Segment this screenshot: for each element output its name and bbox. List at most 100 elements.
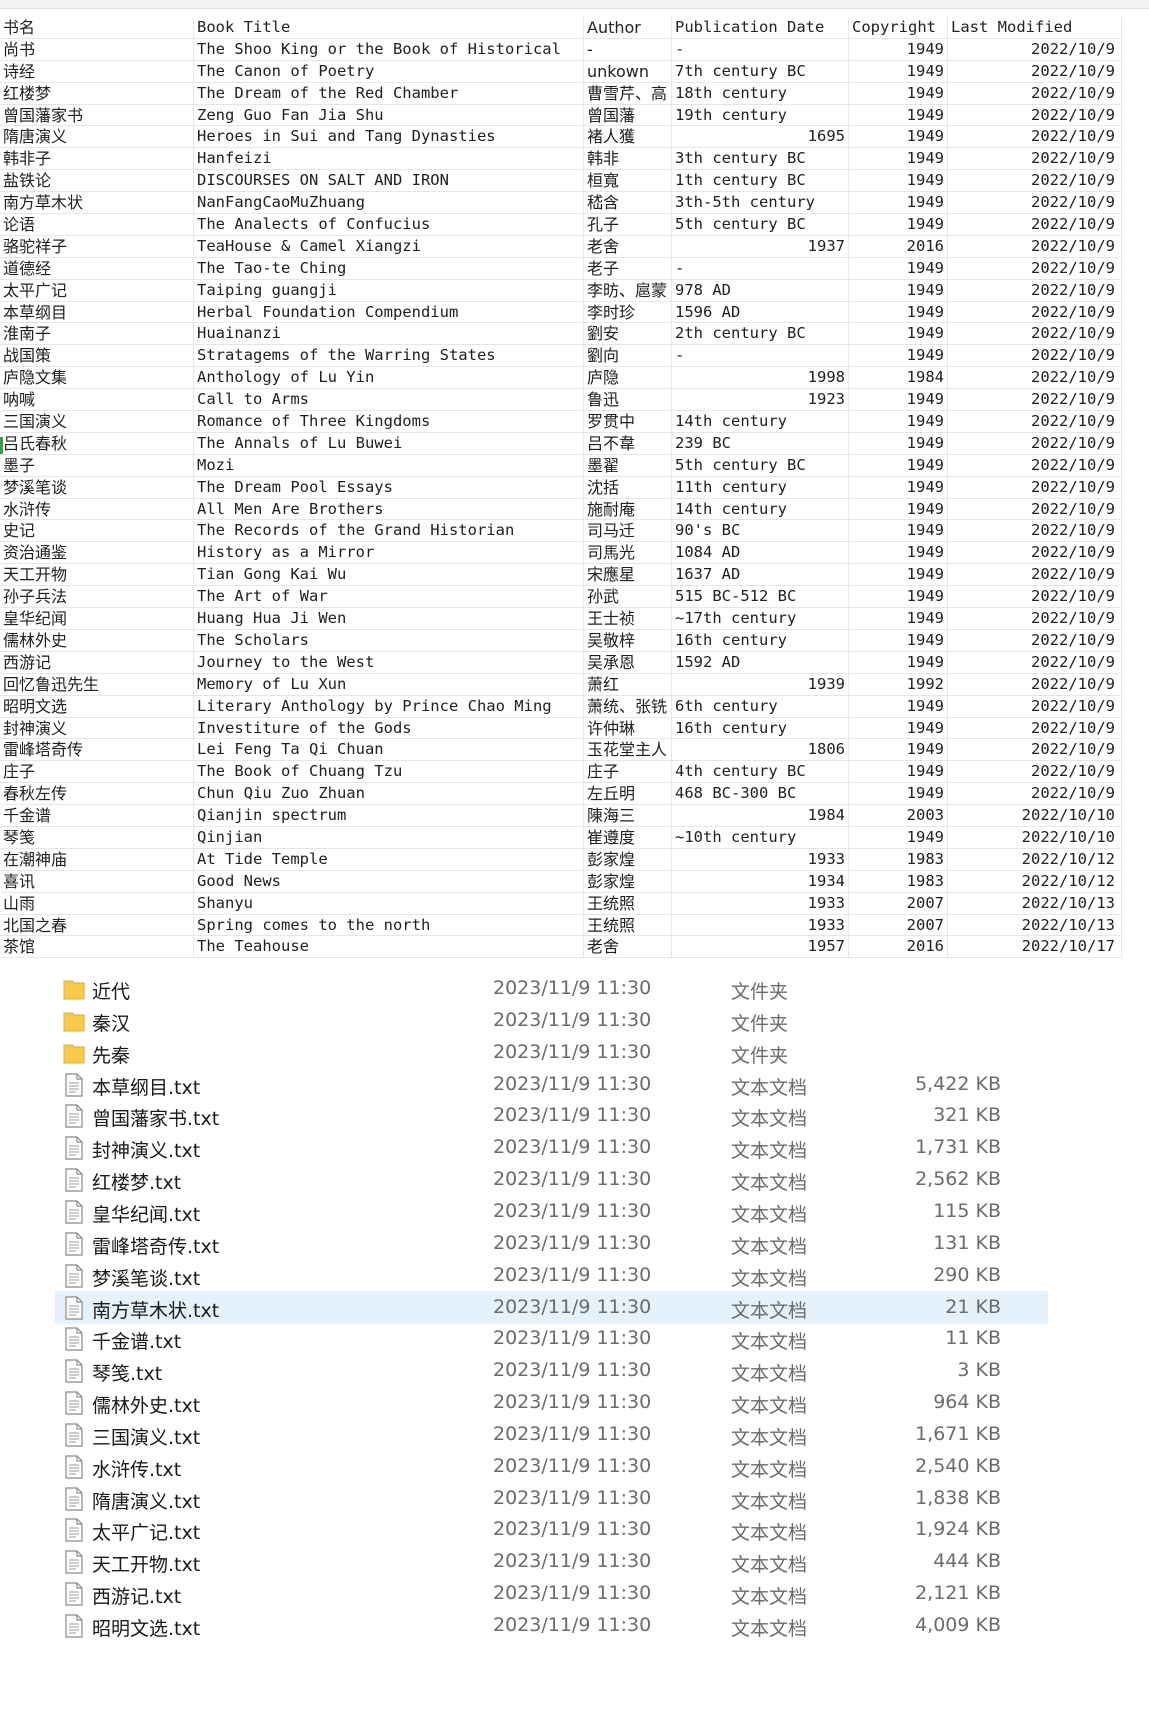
table-cell[interactable]: 2022/10/9 (948, 148, 1122, 171)
table-cell[interactable]: 李时珍 (584, 301, 672, 324)
table-cell[interactable]: 嵇含 (584, 192, 672, 215)
table-cell[interactable]: 劉安 (584, 323, 672, 346)
table-cell[interactable]: The Analects of Confucius (194, 214, 584, 236)
table-cell[interactable]: Good News (194, 870, 584, 893)
table-cell[interactable]: 喜讯 (0, 870, 194, 893)
table-cell[interactable]: 褚人獲 (584, 126, 672, 149)
table-cell[interactable]: 劉向 (584, 345, 672, 368)
table-cell[interactable]: 2022/10/9 (948, 476, 1122, 499)
table-cell[interactable]: 1949 (849, 214, 948, 236)
table-cell[interactable]: 3th century BC (672, 148, 849, 171)
table-cell[interactable]: unkown (584, 60, 672, 83)
table-cell[interactable]: 2022/10/9 (948, 454, 1122, 477)
table-cell[interactable]: 2022/10/9 (948, 629, 1122, 652)
table-cell[interactable]: 2022/10/13 (948, 914, 1122, 937)
file-row[interactable]: 南方草木状.txt 2023/11/9 11:30 文本文档 21 KB (55, 1290, 1048, 1324)
table-cell[interactable]: 1949 (849, 498, 948, 521)
table-cell[interactable]: The Annals of Lu Buwei (194, 432, 584, 455)
table-cell[interactable]: 1933 (672, 892, 849, 915)
table-cell[interactable]: 罗贯中 (584, 411, 672, 433)
table-cell[interactable]: 老舍 (584, 936, 672, 959)
table-cell[interactable]: 1949 (849, 783, 948, 806)
table-cell[interactable]: 2022/10/9 (948, 367, 1122, 390)
table-cell[interactable]: 2022/10/9 (948, 651, 1122, 674)
table-cell[interactable]: The Canon of Poetry (194, 60, 584, 83)
table-cell[interactable]: 2022/10/9 (948, 608, 1122, 630)
table-cell[interactable]: The Records of the Grand Historian (194, 520, 584, 543)
table-cell[interactable]: 1949 (849, 476, 948, 499)
table-cell[interactable]: 诗经 (0, 60, 194, 83)
header-cell[interactable]: Publication Date (672, 17, 849, 39)
table-cell[interactable]: 皇华纪闻 (0, 608, 194, 630)
table-cell[interactable]: 崔遵度 (584, 826, 672, 849)
table-cell[interactable]: 1933 (672, 848, 849, 871)
table-cell[interactable]: 1939 (672, 673, 849, 696)
table-cell[interactable]: The Scholars (194, 629, 584, 652)
table-cell[interactable]: 18th century (672, 82, 849, 105)
table-cell[interactable]: 吕氏春秋 (0, 432, 194, 455)
table-cell[interactable]: 萧红 (584, 673, 672, 696)
table-cell[interactable]: Anthology of Lu Yin (194, 367, 584, 390)
table-cell[interactable]: The Dream of the Red Chamber (194, 82, 584, 105)
table-cell[interactable]: 春秋左传 (0, 783, 194, 806)
table-cell[interactable]: 太平广记 (0, 279, 194, 302)
table-cell[interactable]: 2022/10/9 (948, 257, 1122, 280)
table-cell[interactable]: 2022/10/9 (948, 586, 1122, 609)
file-row[interactable]: 雷峰塔奇传.txt 2023/11/9 11:30 文本文档 131 KB (55, 1227, 1048, 1260)
table-cell[interactable]: 道德经 (0, 257, 194, 280)
table-cell[interactable]: 桓寬 (584, 170, 672, 193)
table-cell[interactable]: 沈括 (584, 476, 672, 499)
table-cell[interactable]: 2022/10/9 (948, 389, 1122, 412)
table-cell[interactable]: 孙子兵法 (0, 586, 194, 609)
table-cell[interactable]: 资治通鉴 (0, 542, 194, 565)
table-cell[interactable]: Heroes in Sui and Tang Dynasties (194, 126, 584, 149)
table-cell[interactable]: 3th-5th century (672, 192, 849, 215)
table-cell[interactable]: ~17th century (672, 608, 849, 630)
table-cell[interactable]: 2022/10/9 (948, 60, 1122, 83)
file-row[interactable]: 千金谱.txt 2023/11/9 11:30 文本文档 11 KB (55, 1322, 1048, 1355)
file-row[interactable]: 儒林外史.txt 2023/11/9 11:30 文本文档 964 KB (55, 1386, 1048, 1419)
table-cell[interactable]: 2022/10/9 (948, 235, 1122, 258)
table-cell[interactable]: ~10th century (672, 826, 849, 849)
table-cell[interactable]: 2022/10/10 (948, 826, 1122, 849)
table-cell[interactable]: Zeng Guo Fan Jia Shu (194, 104, 584, 127)
table-cell[interactable]: 北国之春 (0, 914, 194, 937)
table-cell[interactable]: 彭家煌 (584, 870, 672, 893)
table-cell[interactable]: 5th century BC (672, 214, 849, 236)
table-cell[interactable]: 1949 (849, 389, 948, 412)
table-cell[interactable]: 1949 (849, 104, 948, 127)
file-row[interactable]: 曾国藩家书.txt 2023/11/9 11:30 文本文档 321 KB (55, 1099, 1048, 1132)
table-cell[interactable]: 1084 AD (672, 542, 849, 565)
table-cell[interactable]: 1695 (672, 126, 849, 149)
table-cell[interactable]: 红楼梦 (0, 82, 194, 105)
table-cell[interactable]: Qianjin spectrum (194, 805, 584, 827)
table-cell[interactable]: 16th century (672, 717, 849, 740)
table-cell[interactable]: 1983 (849, 848, 948, 871)
table-cell[interactable]: 1949 (849, 148, 948, 171)
table-cell[interactable]: 2022/10/13 (948, 892, 1122, 915)
table-cell[interactable]: 1949 (849, 38, 948, 61)
file-row[interactable]: 琴笺.txt 2023/11/9 11:30 文本文档 3 KB (55, 1354, 1048, 1387)
table-cell[interactable]: 1949 (849, 345, 948, 368)
table-cell[interactable]: 李昉、扈蒙 (584, 279, 672, 302)
table-cell[interactable]: 90's BC (672, 520, 849, 543)
table-cell[interactable]: 2016 (849, 936, 948, 959)
table-cell[interactable]: 1949 (849, 608, 948, 630)
file-row[interactable]: 三国演义.txt 2023/11/9 11:30 文本文档 1,671 KB (55, 1418, 1048, 1451)
table-cell[interactable]: 孙武 (584, 586, 672, 609)
table-cell[interactable]: 1949 (849, 651, 948, 674)
table-cell[interactable]: 16th century (672, 629, 849, 652)
table-cell[interactable]: 本草纲目 (0, 301, 194, 324)
table-cell[interactable]: 7th century BC (672, 60, 849, 83)
table-cell[interactable]: 鲁迅 (584, 389, 672, 412)
table-cell[interactable]: 曾国藩家书 (0, 104, 194, 127)
table-cell[interactable]: 1949 (849, 717, 948, 740)
table-cell[interactable]: 封神演义 (0, 717, 194, 740)
table-cell[interactable]: Huang Hua Ji Wen (194, 608, 584, 630)
table-cell[interactable]: 曾国藩 (584, 104, 672, 127)
table-cell[interactable]: Hanfeizi (194, 148, 584, 171)
table-cell[interactable]: 1984 (672, 805, 849, 827)
table-cell[interactable]: 吕不韋 (584, 432, 672, 455)
folder-row[interactable]: 秦汉 2023/11/9 11:30 文件夹 (55, 1004, 1048, 1037)
table-cell[interactable]: - (584, 38, 672, 61)
